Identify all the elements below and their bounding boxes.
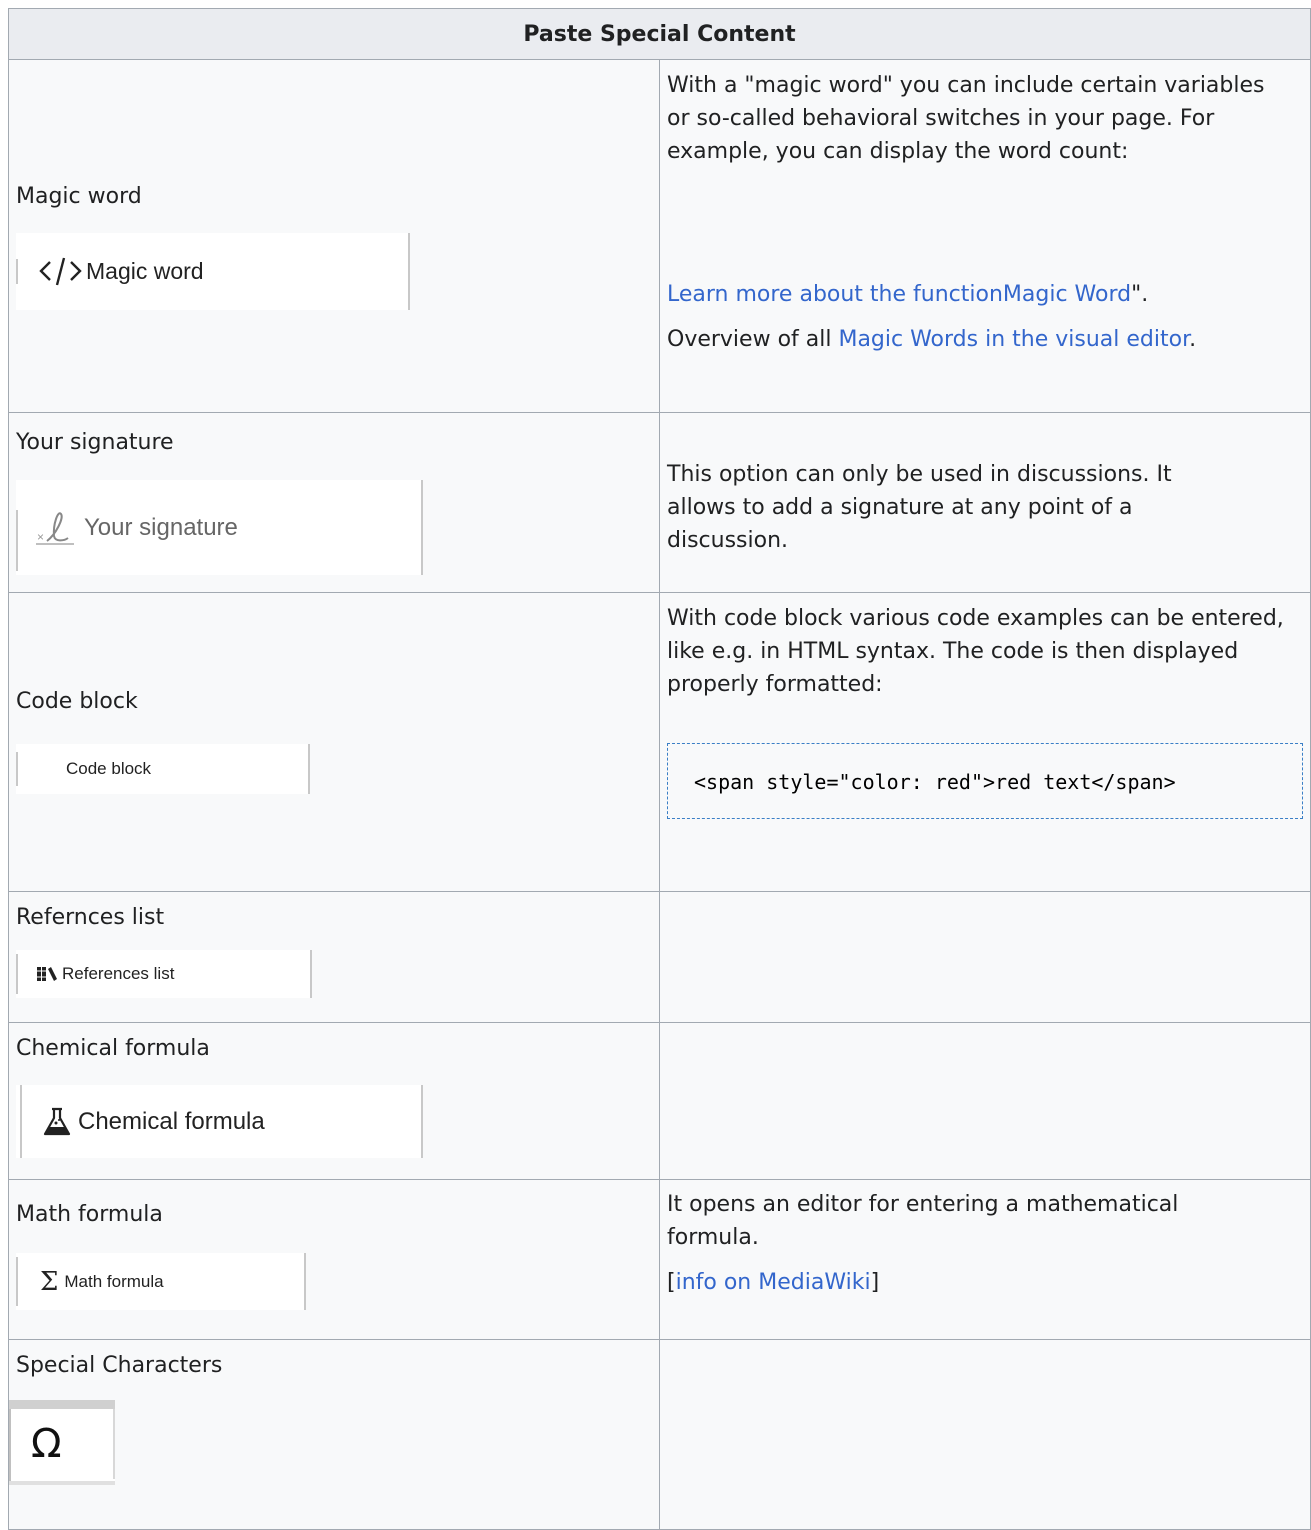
code-brackets-icon [38, 255, 84, 287]
button-bottom-shade [9, 1481, 115, 1485]
magic-words-link[interactable]: Magic Words in the visual editor [838, 327, 1189, 352]
row-label: Refernces list [16, 905, 165, 930]
button-label: Math formula [64, 1271, 164, 1291]
svg-text:×: × [37, 530, 44, 544]
code-block-description: With code block various code examples ca… [659, 592, 1311, 892]
code-block-cell: Code block Code block [8, 592, 660, 892]
math-description: It opens an editor for entering a mathem… [659, 1179, 1311, 1340]
signature-text: This option can only be used in discussi… [667, 462, 1172, 553]
button-right-bar [113, 1409, 115, 1479]
chemical-formula-button[interactable]: Chemical formula [16, 1085, 423, 1158]
table-row-math: Math formula Σ Math formula It opens an … [8, 1179, 1311, 1340]
magic-word-description: With a "magic word" you can include cert… [659, 59, 1311, 413]
signature-icon: × [34, 508, 78, 548]
table-row-magic-word: Magic word Magic word With a "magic word… [8, 59, 1311, 413]
special-description [659, 1339, 1311, 1530]
mediawiki-link[interactable]: info on MediaWiki [676, 1270, 871, 1295]
button-label: Your signature [84, 513, 238, 541]
magic-word-button[interactable]: Magic word [16, 232, 410, 310]
magic-word-text: With a "magic word" you can include cert… [667, 73, 1265, 164]
code-example: <span style="color: red">red text</span> [667, 743, 1303, 819]
bracket-open: [ [667, 1270, 676, 1295]
row-label: Special Characters [16, 1353, 223, 1378]
row-label: Magic word [16, 183, 142, 209]
row-label: Chemical formula [16, 1036, 210, 1061]
signature-button[interactable]: × Your signature [16, 480, 423, 575]
table-row-chemical: Chemical formula Chemical formula [8, 1022, 1311, 1180]
table-row-signature: Your signature × Your signature This opt… [8, 412, 1311, 593]
chemical-description [659, 1022, 1311, 1180]
math-link-line: [info on MediaWiki] [667, 1266, 1310, 1299]
math-cell: Math formula Σ Math formula [8, 1179, 660, 1340]
table-row-code-block: Code block Code block With code block va… [8, 592, 1311, 892]
row-label: Your signature [16, 430, 174, 455]
references-cell: Refernces list References list [8, 891, 660, 1023]
button-label: Magic word [86, 257, 204, 284]
overview-line: Overview of all Magic Words in the visua… [667, 323, 1310, 356]
learn-more-line: Learn more about the functionMagic Word"… [667, 278, 1310, 311]
learn-more-suffix: ". [1131, 282, 1149, 307]
omega-icon: Ω [31, 1421, 62, 1467]
button-top-shade [9, 1400, 115, 1409]
special-characters-button[interactable]: Ω [9, 1400, 115, 1485]
table-row-references: Refernces list References list [8, 891, 1311, 1023]
paste-special-table: Paste Special Content Magic word Magic w… [8, 8, 1311, 1530]
math-text: It opens an editor for entering a mathem… [667, 1192, 1179, 1250]
table-row-special: Special Characters Ω [8, 1339, 1311, 1530]
signature-cell: Your signature × Your signature [8, 412, 660, 593]
table-header: Paste Special Content [8, 8, 1311, 60]
button-label: Chemical formula [78, 1107, 265, 1135]
chemical-cell: Chemical formula Chemical formula [8, 1022, 660, 1180]
sigma-icon: Σ [40, 1266, 59, 1297]
books-icon [36, 965, 58, 983]
button-left-bar [9, 1409, 11, 1485]
code-block-button[interactable]: Code block [16, 744, 310, 794]
row-label: Code block [16, 689, 138, 714]
magic-word-cell: Magic word Magic word [8, 59, 660, 413]
overview-suffix: . [1189, 327, 1197, 352]
code-block-text: With code block various code examples ca… [667, 606, 1284, 697]
signature-description: This option can only be used in discussi… [659, 412, 1311, 593]
math-formula-button[interactable]: Σ Math formula [16, 1253, 306, 1310]
bracket-close: ] [870, 1270, 880, 1295]
special-cell: Special Characters Ω [8, 1339, 660, 1530]
learn-more-link[interactable]: Learn more about the functionMagic Word [667, 282, 1131, 307]
overview-prefix: Overview of all [667, 327, 839, 352]
row-label: Math formula [16, 1202, 163, 1227]
button-label: Code block [66, 759, 152, 778]
references-list-button[interactable]: References list [16, 950, 312, 998]
button-label: References list [62, 964, 175, 983]
references-description [659, 891, 1311, 1023]
flask-icon [42, 1107, 72, 1137]
